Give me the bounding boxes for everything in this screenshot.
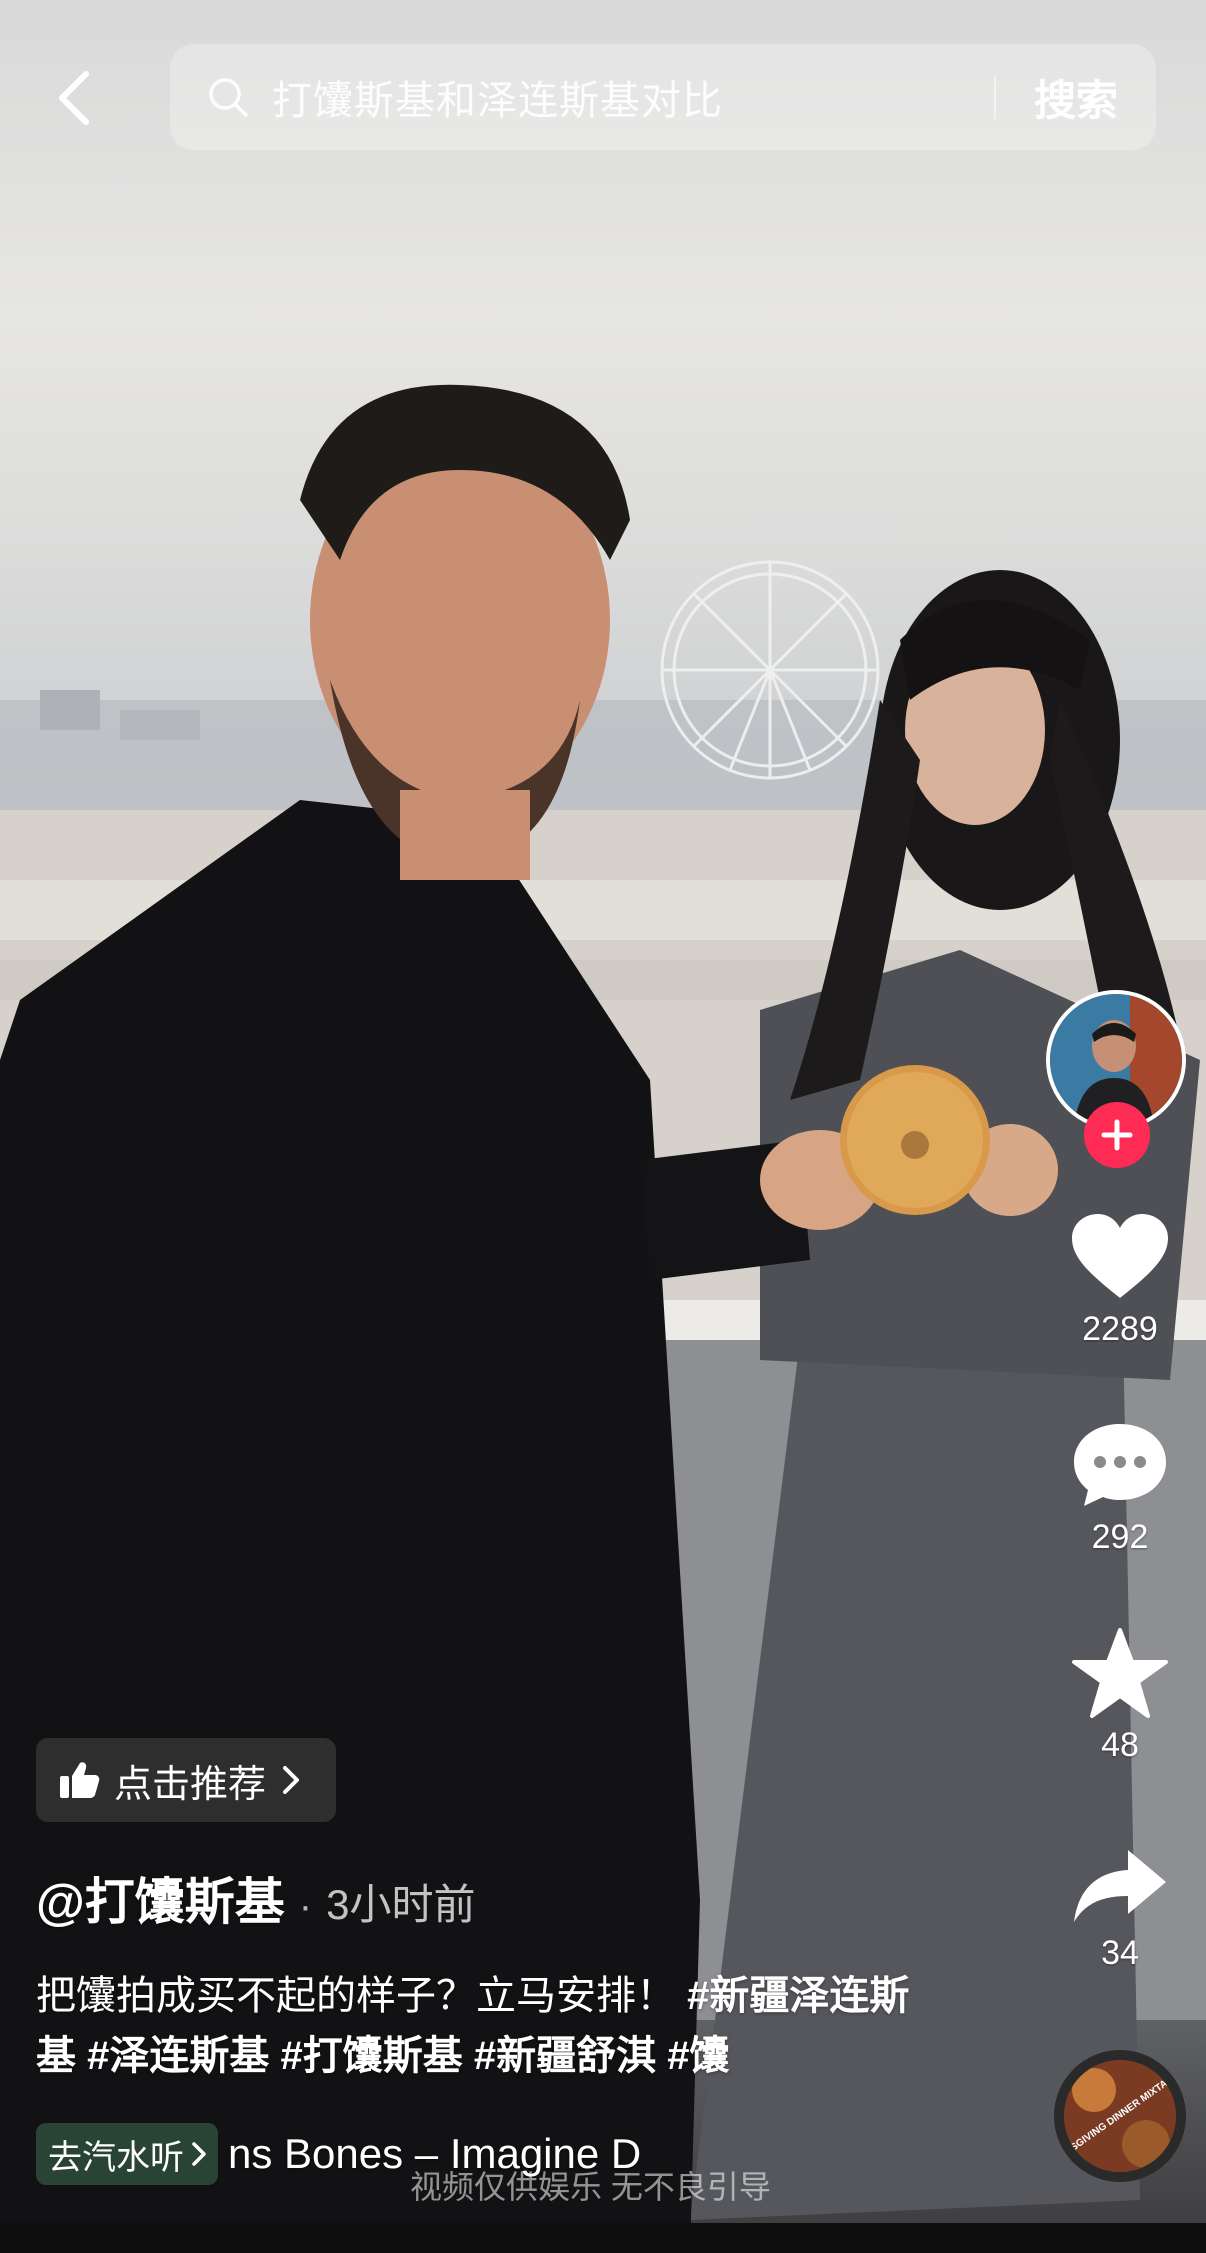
- separator-dot: ·: [298, 1884, 313, 1928]
- back-arrow-icon: [59, 71, 89, 125]
- recommend-button[interactable]: 点击推荐: [36, 1738, 336, 1822]
- search-bar[interactable]: 打馕斯基和泽连斯基对比 搜索: [170, 44, 1156, 150]
- soda-chip-label: 去汽水听: [48, 2138, 184, 2177]
- plus-icon: [1101, 1119, 1133, 1151]
- share-count: 34: [1101, 1934, 1139, 1972]
- author-name[interactable]: @打馕斯基: [36, 1862, 285, 1934]
- comment-icon: [1074, 1424, 1166, 1506]
- hashtag[interactable]: #馕: [667, 2034, 729, 2078]
- hashtag[interactable]: #泽连斯基: [87, 2034, 269, 2078]
- star-icon: [1072, 1628, 1168, 1718]
- search-submit-button[interactable]: 搜索: [996, 67, 1156, 128]
- like-button[interactable]: 2289: [1040, 1212, 1200, 1349]
- author-avatar-group[interactable]: [1046, 990, 1194, 1168]
- search-query[interactable]: 打馕斯基和泽连斯基对比: [272, 68, 994, 126]
- hashtag[interactable]: #新疆舒淇: [474, 2034, 656, 2078]
- chevron-right-icon: [192, 2142, 206, 2166]
- recommend-label: 点击推荐: [114, 1763, 267, 1806]
- hashtag[interactable]: #打馕斯基: [281, 2034, 463, 2078]
- follow-button[interactable]: [1084, 1102, 1150, 1168]
- comment-count: 292: [1091, 1518, 1149, 1556]
- search-icon: [209, 78, 248, 117]
- video-screen[interactable]: 打馕斯基和泽连斯基对比 搜索 2289 292 48 34 DINNER MIX…: [0, 0, 1206, 2253]
- share-arrow-icon: [1074, 1850, 1166, 1922]
- heart-icon: [1072, 1214, 1168, 1298]
- album-cover: FRIENDSGIVING DINNER MIXTAPE 2024: [1064, 2060, 1176, 2172]
- open-in-soda-music-button[interactable]: 去汽水听: [36, 2123, 218, 2185]
- back-button[interactable]: [46, 70, 102, 126]
- video-disclaimer: 视频仅供娱乐 无不良引导: [410, 2169, 771, 2205]
- caption-text: 把馕拍成买不起的样子？立马安排！: [36, 1974, 688, 2018]
- post-caption: 把馕拍成买不起的样子？立马安排！ #新疆泽连斯基 #泽连斯基 #打馕斯基 #新疆…: [36, 1966, 936, 2086]
- bottom-bar: [0, 2223, 1206, 2253]
- chevron-right-icon: [283, 1766, 300, 1794]
- share-button[interactable]: 34: [1040, 1846, 1200, 1973]
- comment-button[interactable]: 292: [1040, 1420, 1200, 1557]
- thumbs-up-icon: [60, 1762, 100, 1798]
- favorite-button[interactable]: 48: [1040, 1628, 1200, 1765]
- like-count: 2289: [1082, 1310, 1158, 1348]
- favorite-count: 48: [1101, 1726, 1139, 1764]
- author-line: @打馕斯基 · 3小时前: [36, 1862, 475, 1934]
- post-time: 3小时前: [326, 1881, 476, 1928]
- music-disc[interactable]: FRIENDSGIVING DINNER MIXTAPE 2024: [1054, 2050, 1186, 2182]
